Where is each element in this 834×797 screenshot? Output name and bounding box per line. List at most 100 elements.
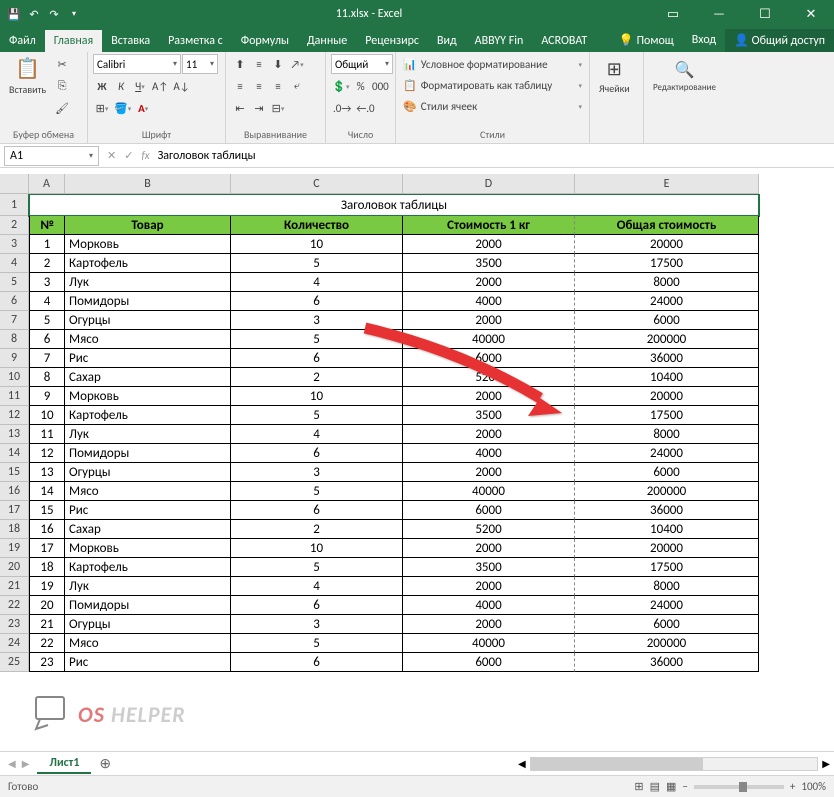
data-cell[interactable]: Лук — [65, 273, 231, 292]
wrap-text-icon[interactable]: ⤶ — [288, 76, 306, 96]
data-cell[interactable]: 24000 — [575, 292, 759, 311]
data-cell[interactable]: 19 — [29, 577, 65, 596]
tab-файл[interactable]: Файл — [0, 30, 45, 52]
orientation-icon[interactable]: ↗▾ — [288, 54, 306, 74]
sheet-nav-last-icon[interactable]: ▶ — [22, 757, 30, 770]
rowhead-1[interactable]: 1 — [0, 194, 29, 216]
data-cell[interactable]: 5 — [231, 558, 403, 577]
grid[interactable]: ABCDE 1234567891011121314151617181920212… — [0, 174, 834, 751]
data-cell[interactable]: 8 — [29, 368, 65, 387]
data-cell[interactable]: 16 — [29, 520, 65, 539]
data-cell[interactable]: Мясо — [65, 634, 231, 653]
rowhead-6[interactable]: 6 — [0, 292, 29, 311]
view-pagebreak-icon[interactable]: ▦ — [666, 780, 676, 793]
save-icon[interactable]: 💾 — [6, 6, 22, 22]
data-cell[interactable]: 6000 — [575, 311, 759, 330]
data-cell[interactable]: 36000 — [575, 501, 759, 520]
close-icon[interactable]: ✕ — [788, 0, 834, 28]
zoom-in-icon[interactable]: + — [790, 780, 795, 793]
font-shrink-icon[interactable]: A↓ — [171, 76, 191, 96]
data-cell[interactable]: 3 — [231, 615, 403, 634]
data-cell[interactable]: Лук — [65, 425, 231, 444]
editing-button[interactable]: 🔍 Редактирование — [649, 54, 720, 98]
data-cell[interactable]: Морковь — [65, 387, 231, 406]
data-cell[interactable]: 3500 — [403, 254, 575, 273]
data-cell[interactable]: 3500 — [403, 406, 575, 425]
merge-icon[interactable]: ⊟▾ — [269, 98, 287, 118]
data-cell[interactable]: 4 — [231, 273, 403, 292]
rowhead-4[interactable]: 4 — [0, 254, 29, 273]
data-cell[interactable]: 5 — [231, 330, 403, 349]
zoom-out-icon[interactable]: − — [682, 780, 687, 793]
rowhead-14[interactable]: 14 — [0, 444, 29, 463]
data-cell[interactable]: 2 — [231, 520, 403, 539]
rowhead-18[interactable]: 18 — [0, 520, 29, 539]
zoom-slider[interactable] — [694, 785, 784, 789]
align-right-icon[interactable]: ≡ — [269, 76, 287, 96]
comma-icon[interactable]: 000 — [371, 76, 390, 96]
data-cell[interactable]: 4 — [231, 577, 403, 596]
data-cell[interactable]: 17500 — [575, 406, 759, 425]
currency-icon[interactable]: 💲▾ — [331, 76, 351, 96]
number-format-select[interactable]: Общий▾ — [331, 54, 393, 74]
data-cell[interactable]: 2000 — [403, 539, 575, 558]
data-cell[interactable]: 2 — [231, 368, 403, 387]
view-layout-icon[interactable]: ▤ — [650, 780, 660, 793]
data-cell[interactable]: 6 — [231, 501, 403, 520]
data-cell[interactable]: 24000 — [575, 596, 759, 615]
data-cell[interactable]: 2 — [29, 254, 65, 273]
data-cell[interactable]: 6000 — [575, 463, 759, 482]
align-middle-icon[interactable]: ≡ — [250, 54, 268, 74]
data-cell[interactable]: 36000 — [575, 349, 759, 368]
data-cell[interactable]: Огурцы — [65, 463, 231, 482]
data-cell[interactable]: Морковь — [65, 539, 231, 558]
colhead-C[interactable]: C — [231, 174, 403, 194]
data-cell[interactable]: Мясо — [65, 330, 231, 349]
data-cell[interactable]: 200000 — [575, 482, 759, 501]
borders-icon[interactable]: ⊞▾ — [93, 98, 111, 118]
data-cell[interactable]: 6000 — [403, 501, 575, 520]
maximize-icon[interactable]: ☐ — [742, 0, 788, 28]
data-cell[interactable]: 6 — [231, 444, 403, 463]
cell-title[interactable]: Заголовок таблицы — [29, 194, 759, 216]
header-cell[interactable]: Стоимость 1 кг — [403, 216, 575, 235]
data-cell[interactable]: Огурцы — [65, 615, 231, 634]
font-name-select[interactable]: Calibri▾ — [93, 54, 181, 74]
cancel-formula-icon[interactable]: ✕ — [107, 149, 116, 162]
align-top-icon[interactable]: ⬆ — [231, 54, 249, 74]
data-cell[interactable]: 36000 — [575, 653, 759, 672]
tab-вставка[interactable]: Вставка — [102, 30, 159, 52]
data-cell[interactable]: 5 — [231, 634, 403, 653]
data-cell[interactable]: 5 — [231, 254, 403, 273]
login-button[interactable]: Вход — [683, 29, 725, 52]
italic-icon[interactable]: К — [112, 76, 130, 96]
data-cell[interactable]: Огурцы — [65, 311, 231, 330]
view-normal-icon[interactable]: ⊞ — [634, 780, 643, 793]
percent-icon[interactable]: % — [352, 76, 370, 96]
data-cell[interactable]: 3500 — [403, 558, 575, 577]
tab-формулы[interactable]: Формулы — [232, 30, 298, 52]
data-cell[interactable]: 40000 — [403, 482, 575, 501]
ribbon-display-icon[interactable]: ▭ — [650, 0, 696, 28]
new-sheet-icon[interactable]: ⊕ — [91, 755, 119, 772]
customize-qat-icon[interactable]: ▾ — [66, 6, 82, 22]
data-cell[interactable]: 20000 — [575, 387, 759, 406]
data-cell[interactable]: Сахар — [65, 368, 231, 387]
data-cell[interactable]: 40000 — [403, 634, 575, 653]
tab-данные[interactable]: Данные — [298, 30, 356, 52]
header-cell[interactable]: № — [29, 216, 65, 235]
rowhead-13[interactable]: 13 — [0, 425, 29, 444]
colhead-B[interactable]: B — [65, 174, 231, 194]
colhead-E[interactable]: E — [575, 174, 759, 194]
rowhead-9[interactable]: 9 — [0, 349, 29, 368]
rowhead-10[interactable]: 10 — [0, 368, 29, 387]
data-cell[interactable]: 15 — [29, 501, 65, 520]
tab-acrobat[interactable]: ACROBAT — [532, 30, 596, 52]
rowhead-16[interactable]: 16 — [0, 482, 29, 501]
data-cell[interactable]: 6 — [231, 349, 403, 368]
data-cell[interactable]: 21 — [29, 615, 65, 634]
data-cell[interactable]: 9 — [29, 387, 65, 406]
cut-icon[interactable]: ✂ — [53, 54, 71, 74]
data-cell[interactable]: 2000 — [403, 235, 575, 254]
rowhead-25[interactable]: 25 — [0, 653, 29, 672]
